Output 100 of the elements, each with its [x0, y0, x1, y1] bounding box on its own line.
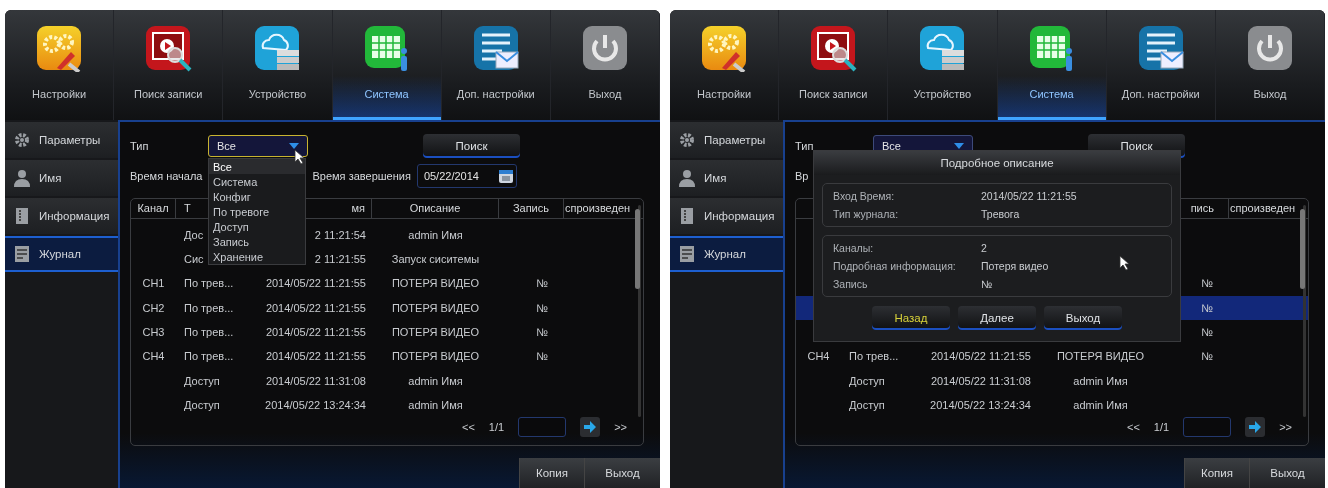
last-page-button[interactable]: >>	[1279, 421, 1292, 433]
nav-tab[interactable]: Система	[997, 10, 1107, 120]
nav-tab[interactable]: Система	[332, 10, 442, 120]
person-icon	[678, 169, 696, 187]
table-cell: CH3	[142, 325, 165, 338]
field-label: Вход Время:	[833, 190, 896, 202]
film-icon	[144, 24, 193, 72]
table-cell: CH4	[807, 350, 830, 363]
dialog-button[interactable]: Выход	[1044, 306, 1122, 330]
end-date-field[interactable]: 05/22/2014	[416, 164, 517, 188]
sidebar-item[interactable]: Журнал	[5, 236, 118, 272]
field-label: Запись	[833, 278, 869, 290]
nav-tab[interactable]: Настройки	[5, 10, 115, 120]
dialog-button[interactable]: Далее	[958, 306, 1036, 330]
search-button[interactable]: Поиск	[423, 134, 520, 158]
column-header: Описание	[372, 199, 499, 218]
dropdown-option[interactable]: Конфиг	[209, 189, 305, 204]
table-cell: admin Имя	[1073, 398, 1128, 411]
cursor-icon	[1119, 255, 1131, 271]
sidebar-item[interactable]: Параметры	[5, 122, 118, 158]
table-cell: №	[536, 277, 548, 290]
power-icon	[1245, 24, 1294, 72]
field-value: 2	[981, 242, 987, 254]
footer-button[interactable]: Выход	[584, 458, 660, 488]
sidebar-item[interactable]: Параметры	[670, 122, 783, 158]
nav-tab[interactable]: Поиск записи	[114, 10, 224, 120]
table-cell: CH4	[142, 350, 165, 363]
nav-tab[interactable]: Доп. настройки	[1106, 10, 1216, 120]
go-button[interactable]	[580, 417, 601, 437]
page-indicator: 1/1	[1153, 421, 1170, 433]
last-page-button[interactable]: >>	[614, 421, 627, 433]
table-cell: 2014/05/22 11:31:08	[265, 374, 366, 387]
start-time-label: Вр	[795, 170, 809, 182]
table-cell: admin Имя	[408, 228, 463, 241]
page-input[interactable]	[518, 417, 567, 437]
dropdown-option[interactable]: Хранение	[209, 249, 305, 264]
calendar-icon[interactable]	[497, 168, 514, 184]
field-label: Каналы:	[833, 242, 875, 254]
table-cell: 2014/05/22 11:21:55	[265, 350, 366, 363]
table-cell: По трев...	[184, 301, 234, 314]
table-cell: 2014/05/22 13:24:34	[930, 398, 1031, 411]
nav-tab[interactable]: Доп. настройки	[441, 10, 551, 120]
server-icon	[918, 24, 967, 72]
table-cell: ПОТЕРЯ ВИДЕО	[391, 301, 480, 314]
table-cell: №	[1201, 350, 1213, 363]
dropdown-option[interactable]: Запись	[209, 234, 305, 249]
first-page-button[interactable]: <<	[1127, 421, 1140, 433]
dropdown-option[interactable]: Доступ	[209, 219, 305, 234]
end-time-label: Время завершения	[312, 170, 411, 182]
server-icon	[253, 24, 302, 72]
footer-button[interactable]: Копия	[519, 458, 584, 488]
sidebar-item[interactable]: Информация	[5, 198, 118, 234]
table-cell: 2 11:21:55	[314, 253, 366, 266]
table-cell: №	[536, 301, 548, 314]
scrollbar[interactable]	[638, 205, 641, 417]
table-cell: 2014/05/22 11:21:55	[265, 325, 366, 338]
sidebar-item[interactable]: Информация	[670, 198, 783, 234]
gears-icon	[700, 24, 749, 72]
envelope-list-icon	[1136, 24, 1185, 72]
footer-button[interactable]: Копия	[1184, 458, 1249, 488]
table-cell: 2014/05/22 11:21:55	[265, 277, 366, 290]
field-value: Тревога	[981, 208, 1020, 220]
dropdown-option[interactable]: Система	[209, 174, 305, 189]
book-icon	[13, 207, 31, 225]
scrollbar[interactable]	[1303, 205, 1306, 417]
gear-icon	[678, 131, 696, 149]
table-cell: Доступ	[184, 398, 220, 411]
dropdown-option[interactable]: Все	[209, 159, 305, 174]
table-cell: admin Имя	[408, 398, 463, 411]
column-header: Запись	[499, 199, 564, 218]
page-input[interactable]	[1183, 417, 1232, 437]
table-cell: ПОТЕРЯ ВИДЕО	[391, 277, 480, 290]
sidebar-item[interactable]: Журнал	[670, 236, 783, 272]
table-cell: ПОТЕРЯ ВИДЕО	[391, 325, 480, 338]
nav-tab[interactable]: Выход	[550, 10, 660, 120]
go-button[interactable]	[1245, 417, 1266, 437]
nav-tab[interactable]: Устройство	[888, 10, 998, 120]
table-cell: Дос	[184, 228, 204, 241]
nav-tab[interactable]: Выход	[1215, 10, 1325, 120]
journal-icon	[13, 245, 31, 263]
table-cell: 2014/05/22 11:21:55	[265, 301, 366, 314]
dropdown-option[interactable]: По тревоге	[209, 204, 305, 219]
sidebar-item[interactable]: Имя	[5, 160, 118, 196]
first-page-button[interactable]: <<	[462, 421, 475, 433]
nav-tab[interactable]: Настройки	[670, 10, 780, 120]
column-header: спроизведен	[564, 201, 632, 217]
dialog-button[interactable]: Назад	[872, 306, 950, 330]
type-dropdown[interactable]: Все	[208, 135, 308, 157]
table-cell: №	[1201, 325, 1213, 338]
sidebar-item[interactable]: Имя	[670, 160, 783, 196]
table-cell: №	[1201, 301, 1213, 314]
arrow-icon	[1247, 419, 1264, 435]
table-cell: Доступ	[849, 398, 885, 411]
table-cell: По трев...	[184, 277, 234, 290]
table-cell: 2 11:21:54	[314, 228, 366, 241]
footer-button[interactable]: Выход	[1249, 458, 1325, 488]
envelope-list-icon	[471, 24, 520, 72]
nav-tab[interactable]: Поиск записи	[779, 10, 889, 120]
nav-tab[interactable]: Устройство	[223, 10, 333, 120]
table-cell: ПОТЕРЯ ВИДЕО	[391, 350, 480, 363]
